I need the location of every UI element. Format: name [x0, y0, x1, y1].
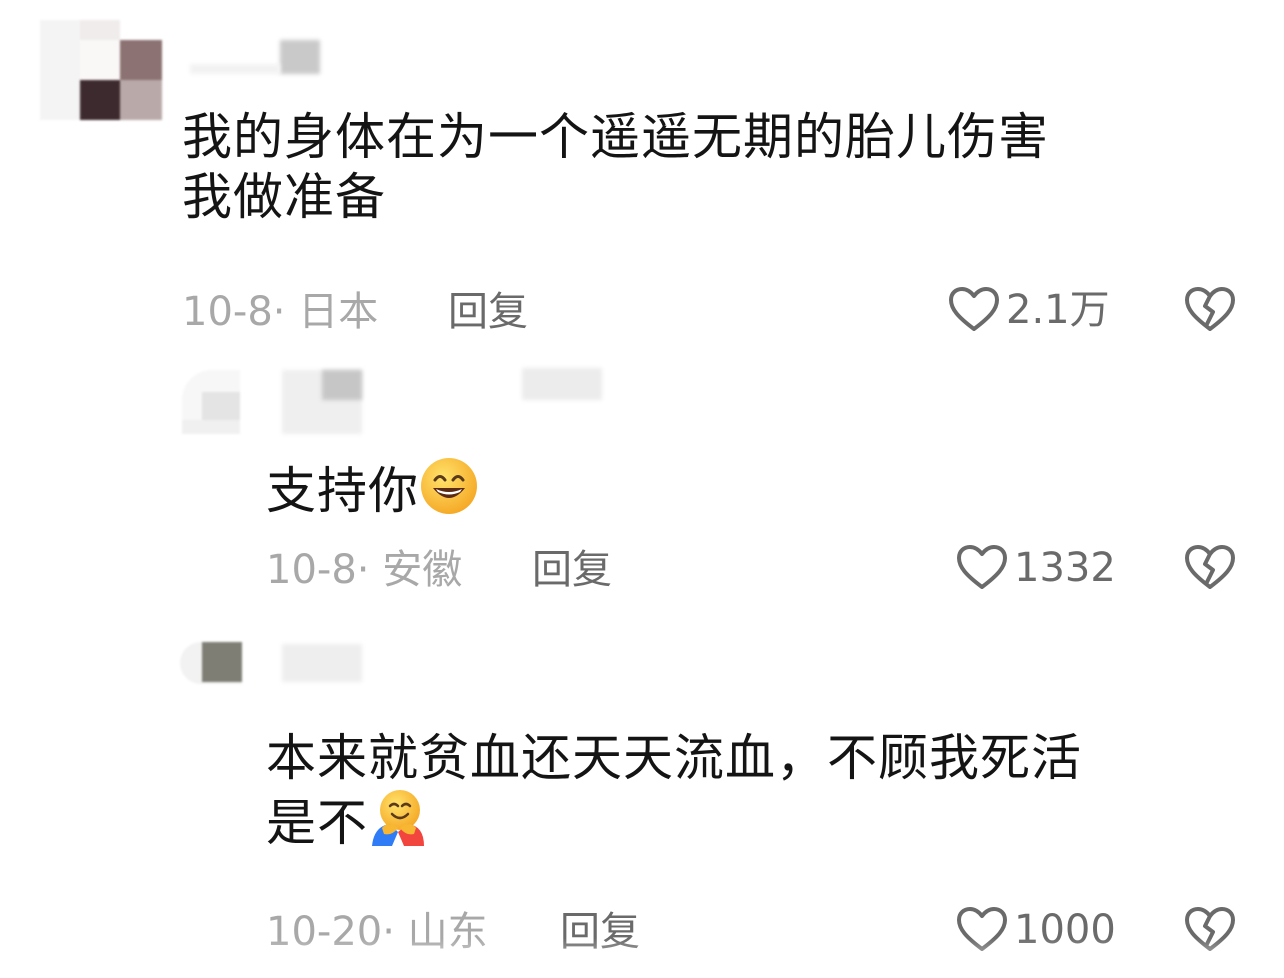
- username[interactable]: [280, 40, 320, 74]
- avatar[interactable]: [182, 370, 240, 434]
- heart-outline-icon: [957, 907, 1007, 951]
- comment-date-location: 10-20· 山东: [266, 909, 488, 955]
- broken-heart-icon[interactable]: [1184, 904, 1236, 956]
- username[interactable]: [282, 644, 362, 682]
- username-part: [322, 370, 362, 400]
- like-button[interactable]: 1332: [956, 542, 1116, 594]
- reply-button[interactable]: 回复: [560, 908, 640, 956]
- like-button[interactable]: 1000: [956, 904, 1116, 956]
- comment-text: 我的身体在为一个遥遥无期的胎儿伤害 我做准备: [182, 108, 1049, 226]
- comment-2: 支持你 10-8· 安徽 回复 1332: [0, 350, 1284, 620]
- broken-heart-icon[interactable]: [1184, 542, 1236, 594]
- username-shadow: [190, 64, 280, 74]
- like-count: 1000: [1014, 907, 1116, 953]
- reply-button[interactable]: 回复: [532, 546, 612, 594]
- comment-text: 本来就贫血还天天流血，不顾我死活 是不: [266, 728, 1266, 861]
- like-count: 1332: [1014, 545, 1116, 591]
- comment-text: 支持你: [266, 456, 479, 529]
- hugging-face-emoji: [368, 788, 428, 861]
- heart-outline-icon: [949, 287, 999, 331]
- grinning-face-emoji: [419, 456, 479, 529]
- comment-date-location: 10-8· 安徽: [266, 547, 463, 593]
- comment-3: 本来就贫血还天天流血，不顾我死活 是不 10-20· 山东 回复 1000: [0, 620, 1284, 978]
- username-part: [522, 368, 602, 400]
- avatar[interactable]: [40, 20, 162, 120]
- reply-button[interactable]: 回复: [448, 288, 528, 336]
- like-count: 2.1万: [1006, 287, 1110, 333]
- heart-outline-icon: [957, 545, 1007, 589]
- comment-date-location: 10-8· 日本: [182, 289, 379, 335]
- like-button[interactable]: 2.1万: [948, 284, 1110, 336]
- comment-1: 我的身体在为一个遥遥无期的胎儿伤害 我做准备 10-8· 日本 回复 2.1万: [0, 0, 1284, 350]
- broken-heart-icon[interactable]: [1184, 284, 1236, 336]
- avatar[interactable]: [180, 642, 242, 684]
